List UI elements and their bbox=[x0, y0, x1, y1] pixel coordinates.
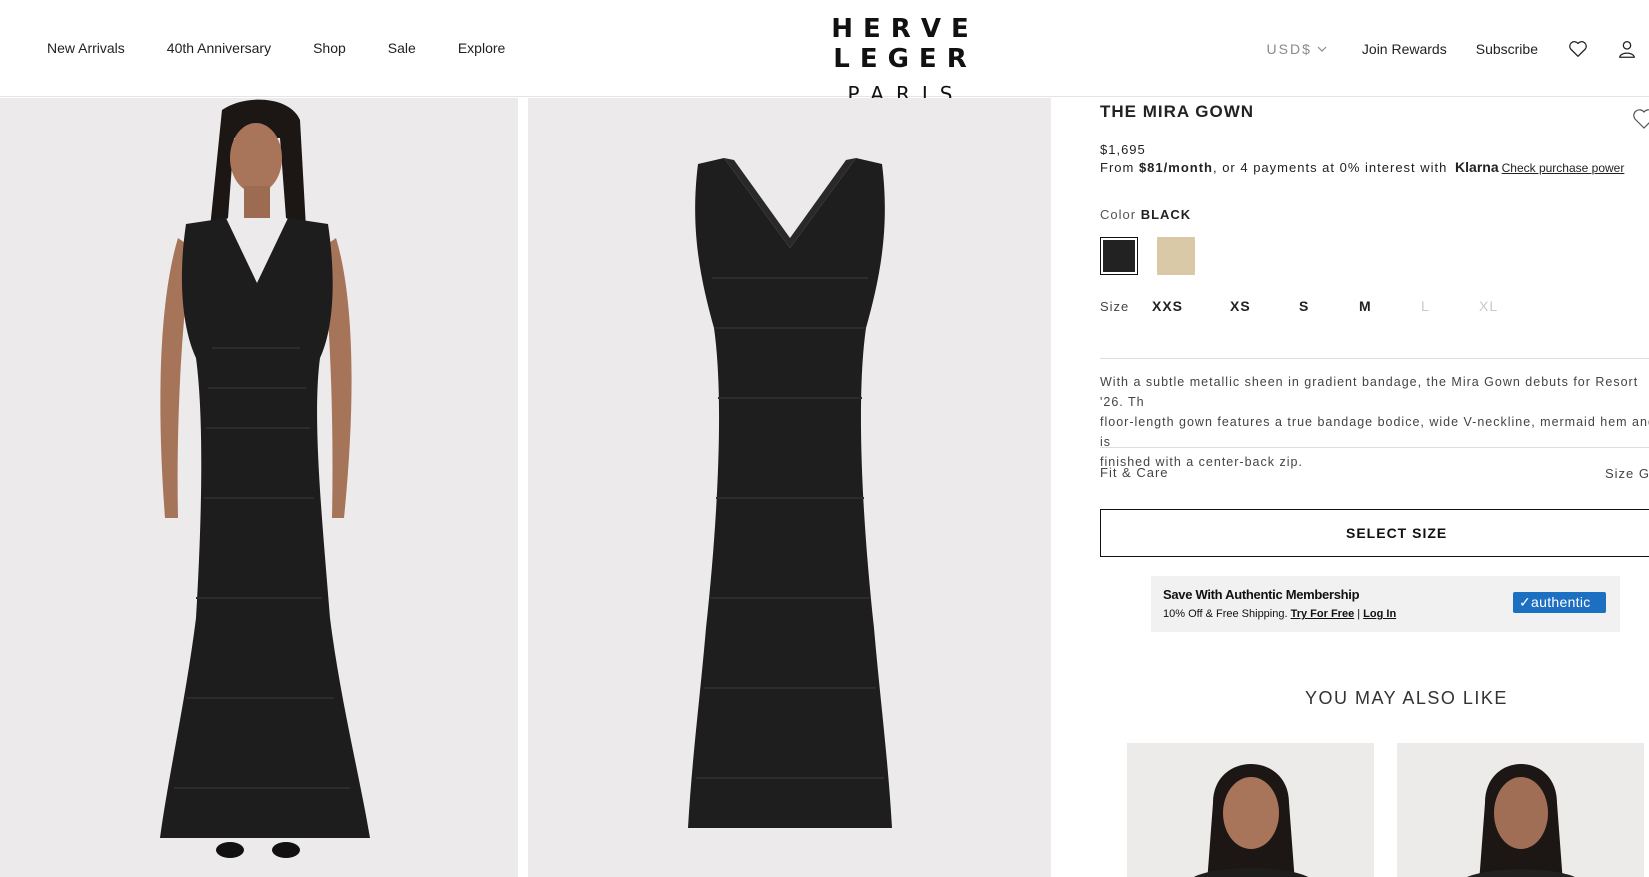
size-xxs[interactable]: XXS bbox=[1152, 298, 1183, 314]
currency-label: USD$ bbox=[1266, 41, 1312, 57]
product-image-flat[interactable] bbox=[528, 98, 1051, 877]
you-may-also-like-heading: YOU MAY ALSO LIKE bbox=[1305, 688, 1508, 708]
authentic-title: Save With Authentic Membership bbox=[1163, 587, 1360, 602]
link-separator: | bbox=[1357, 608, 1361, 620]
try-for-free-link[interactable]: Try For Free bbox=[1291, 608, 1355, 620]
description-line: With a subtle metallic sheen in gradient… bbox=[1100, 375, 1639, 409]
subscribe-link[interactable]: Subscribe bbox=[1476, 41, 1538, 57]
heart-icon[interactable] bbox=[1567, 38, 1589, 60]
divider bbox=[1100, 358, 1649, 359]
color-label: Color BLACK bbox=[1100, 207, 1191, 222]
product-image-front[interactable] bbox=[0, 98, 518, 877]
color-label-text: Color bbox=[1100, 207, 1137, 222]
swatch-gold[interactable] bbox=[1157, 237, 1195, 275]
size-l[interactable]: L bbox=[1421, 298, 1430, 314]
recommended-product-card[interactable] bbox=[1127, 743, 1374, 877]
color-value: BLACK bbox=[1140, 207, 1192, 222]
size-m[interactable]: M bbox=[1359, 298, 1372, 314]
authentic-offer: 10% Off & Free Shipping. bbox=[1163, 608, 1288, 620]
klarna-financing: From $81/month, or 4 payments at 0% inte… bbox=[1100, 159, 1624, 175]
recommended-product-image bbox=[1467, 764, 1575, 877]
authentic-logo-text: authentic bbox=[1531, 594, 1591, 610]
header-actions: USD$ Join Rewards Subscribe bbox=[1267, 34, 1649, 64]
brand-logo[interactable]: HERVE LEGER PARIS bbox=[760, 14, 1040, 106]
recommended-product-card[interactable] bbox=[1397, 743, 1644, 877]
description-line: finished with a center-back zip. bbox=[1100, 455, 1303, 469]
product-description: With a subtle metallic sheen in gradient… bbox=[1100, 372, 1649, 472]
product-info: THE MIRA GOWN $1,695 From $81/month, or … bbox=[1100, 98, 1649, 877]
chevron-down-icon bbox=[1317, 46, 1327, 52]
nav-sale[interactable]: Sale bbox=[388, 40, 416, 56]
nav-explore[interactable]: Explore bbox=[458, 40, 505, 56]
product-price: $1,695 bbox=[1100, 142, 1146, 157]
size-xs[interactable]: XS bbox=[1230, 298, 1251, 314]
klarna-prefix: From bbox=[1100, 160, 1139, 175]
wishlist-heart-icon[interactable] bbox=[1631, 106, 1649, 132]
main-nav: New Arrivals 40th Anniversary Shop Sale … bbox=[47, 40, 547, 56]
site-header: New Arrivals 40th Anniversary Shop Sale … bbox=[0, 0, 1649, 106]
klarna-logo: Klarna bbox=[1455, 159, 1499, 175]
nav-shop[interactable]: Shop bbox=[313, 40, 346, 56]
klarna-suffix: , or 4 payments at 0% interest with bbox=[1212, 160, 1448, 175]
fit-care-toggle[interactable]: Fit & Care bbox=[1100, 465, 1169, 480]
recommended-product-image bbox=[1194, 764, 1308, 877]
size-s[interactable]: S bbox=[1299, 298, 1309, 314]
product-title: THE MIRA GOWN bbox=[1100, 102, 1255, 121]
klarna-check-link[interactable]: Check purchase power bbox=[1502, 161, 1625, 175]
dress-illustration bbox=[688, 158, 892, 828]
size-label: Size bbox=[1100, 299, 1130, 314]
authentic-logo: ✓authentic bbox=[1513, 592, 1606, 613]
klarna-monthly: $81/month bbox=[1138, 160, 1213, 175]
size-guide-link[interactable]: Size Gu bbox=[1605, 466, 1649, 481]
size-xl[interactable]: XL bbox=[1479, 298, 1498, 314]
authentic-membership-banner: Save With Authentic Membership 10% Off &… bbox=[1151, 576, 1620, 632]
join-rewards-link[interactable]: Join Rewards bbox=[1362, 41, 1447, 57]
description-line: floor-length gown features a true bandag… bbox=[1100, 415, 1649, 449]
select-size-button[interactable]: SELECT SIZE bbox=[1100, 509, 1649, 557]
divider bbox=[1100, 447, 1649, 448]
swatch-black-fill bbox=[1103, 240, 1135, 272]
nav-40th-anniversary[interactable]: 40th Anniversary bbox=[167, 40, 271, 56]
nav-new-arrivals[interactable]: New Arrivals bbox=[47, 40, 125, 56]
currency-selector[interactable]: USD$ bbox=[1267, 41, 1328, 57]
log-in-link[interactable]: Log In bbox=[1363, 608, 1396, 620]
user-icon[interactable] bbox=[1616, 38, 1638, 60]
model-illustration bbox=[160, 99, 370, 858]
authentic-subtitle: 10% Off & Free Shipping. Try For Free | … bbox=[1163, 608, 1396, 620]
brand-name: HERVE LEGER bbox=[831, 14, 979, 74]
swatch-black[interactable] bbox=[1100, 237, 1138, 275]
